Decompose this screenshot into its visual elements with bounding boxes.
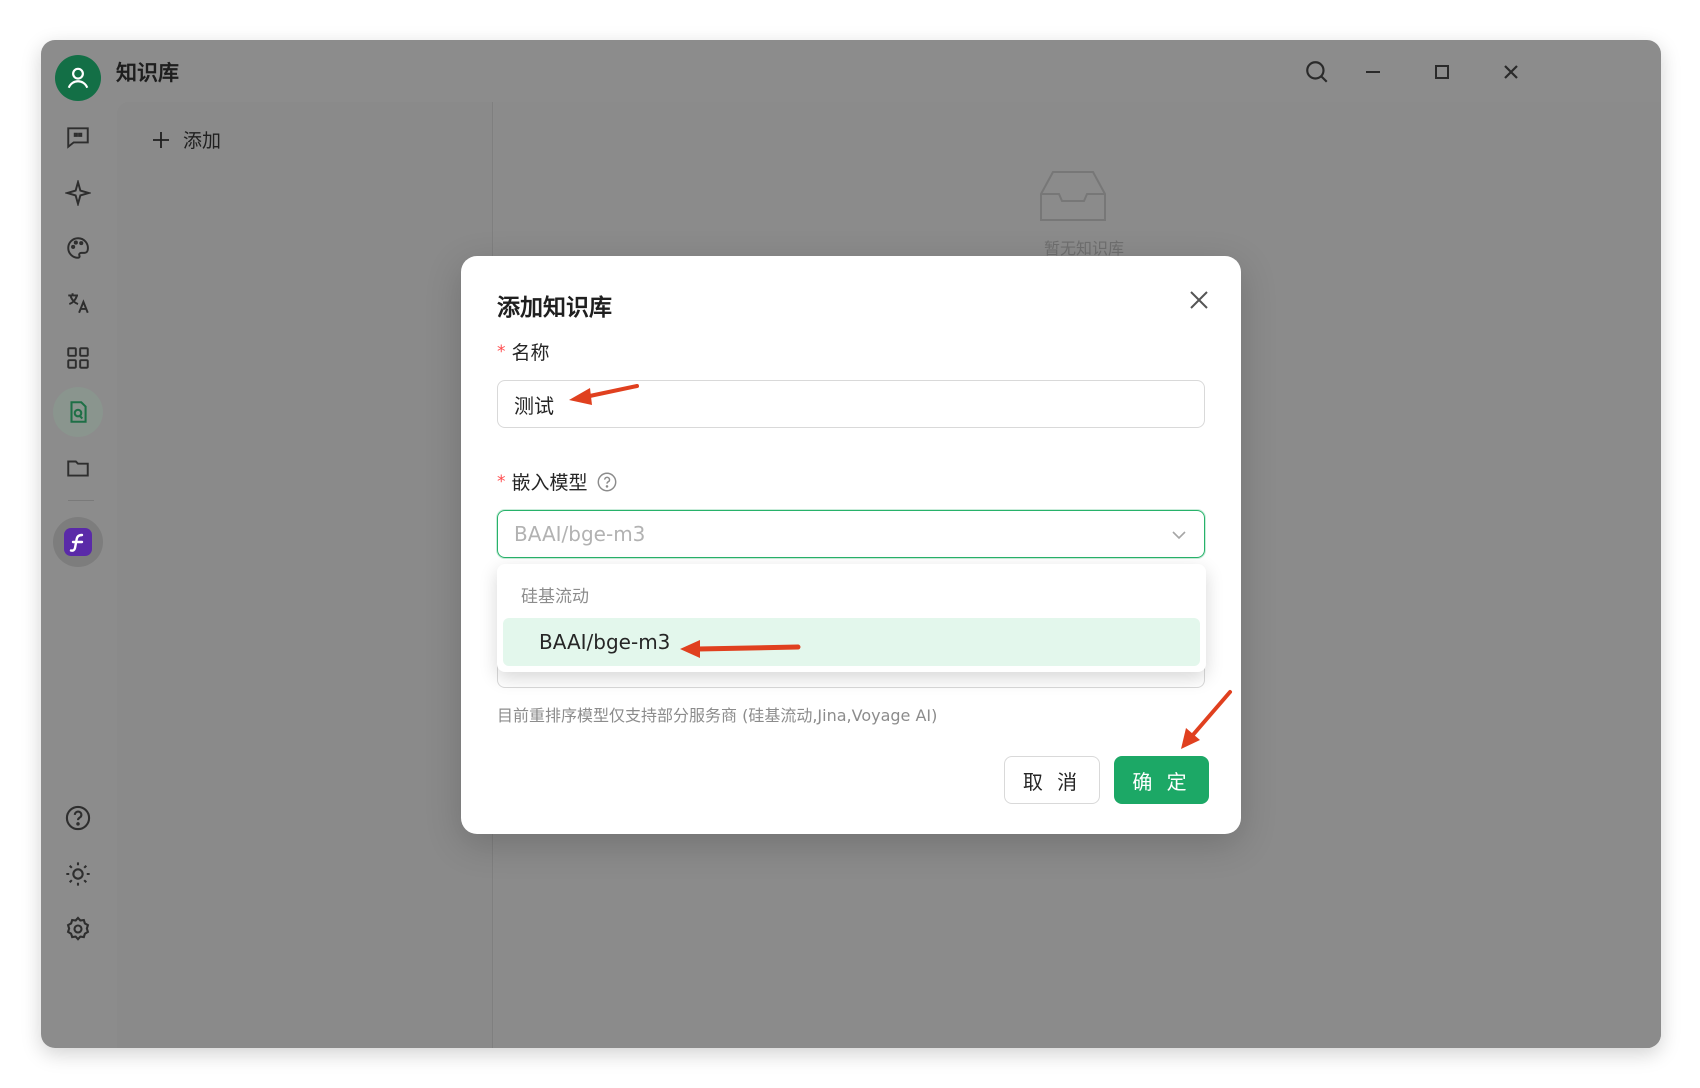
title-bar: 知识库 — [41, 40, 1661, 101]
minimize-icon[interactable] — [1355, 54, 1391, 90]
theme-sun-icon[interactable] — [58, 854, 98, 894]
dropdown-option-label: BAAI/bge-m3 — [539, 630, 671, 654]
cancel-button[interactable]: 取 消 — [1004, 756, 1100, 804]
settings-gear-icon[interactable] — [58, 909, 98, 949]
dropdown-option[interactable]: BAAI/bge-m3 — [503, 618, 1200, 666]
name-field-label: * 名称 — [497, 338, 550, 365]
plus-icon — [153, 131, 169, 148]
embedding-model-select[interactable]: BAAI/bge-m3 — [497, 510, 1205, 558]
add-knowledge-button[interactable]: 添加 — [151, 126, 221, 153]
required-mark: * — [497, 471, 506, 492]
name-input-value: 测试 — [514, 393, 554, 418]
chevron-down-icon — [1170, 525, 1188, 549]
apps-grid-icon[interactable] — [58, 338, 98, 378]
required-mark: * — [497, 341, 506, 362]
dialog-title: 添加知识库 — [497, 295, 612, 321]
model-label-text: 嵌入模型 — [511, 472, 588, 494]
knowledge-base-icon[interactable] — [53, 387, 103, 437]
help-icon[interactable] — [58, 798, 98, 838]
app-title: 知识库 — [116, 61, 179, 85]
add-knowledge-label: 添加 — [183, 130, 222, 152]
translate-icon[interactable] — [58, 283, 98, 323]
rerank-hint-text: 目前重排序模型仅支持部分服务商 (硅基流动,Jina,Voyage AI) — [497, 706, 938, 725]
rail-divider — [68, 500, 94, 501]
close-icon[interactable] — [1493, 54, 1529, 90]
inbox-icon — [1039, 170, 1107, 228]
embedding-model-value: BAAI/bge-m3 — [514, 522, 646, 546]
name-label-text: 名称 — [511, 342, 550, 364]
dialog-close-icon[interactable] — [1179, 280, 1219, 320]
chat-icon[interactable] — [58, 117, 98, 157]
maximize-icon[interactable] — [1424, 54, 1460, 90]
palette-icon[interactable] — [58, 228, 98, 268]
knowledge-list-panel: 添加 — [117, 102, 493, 1048]
confirm-button[interactable]: 确 定 — [1114, 756, 1209, 804]
sparkle-icon[interactable] — [58, 173, 98, 213]
name-input[interactable]: 测试 — [497, 380, 1205, 428]
model-field-label: * 嵌入模型 — [497, 468, 618, 495]
add-knowledge-dialog: 添加知识库 * 名称 测试 * 嵌入模型 BAAI/bge-m3 目前重排序模型… — [461, 256, 1241, 834]
model-dropdown-menu: 硅基流动 BAAI/bge-m3 — [497, 564, 1206, 672]
question-circle-icon[interactable] — [596, 471, 618, 493]
user-avatar-icon[interactable] — [55, 55, 101, 101]
app-logo-icon[interactable] — [53, 517, 103, 567]
search-icon[interactable] — [1299, 54, 1335, 90]
folder-icon[interactable] — [58, 448, 98, 488]
dropdown-group-label: 硅基流动 — [521, 587, 589, 607]
